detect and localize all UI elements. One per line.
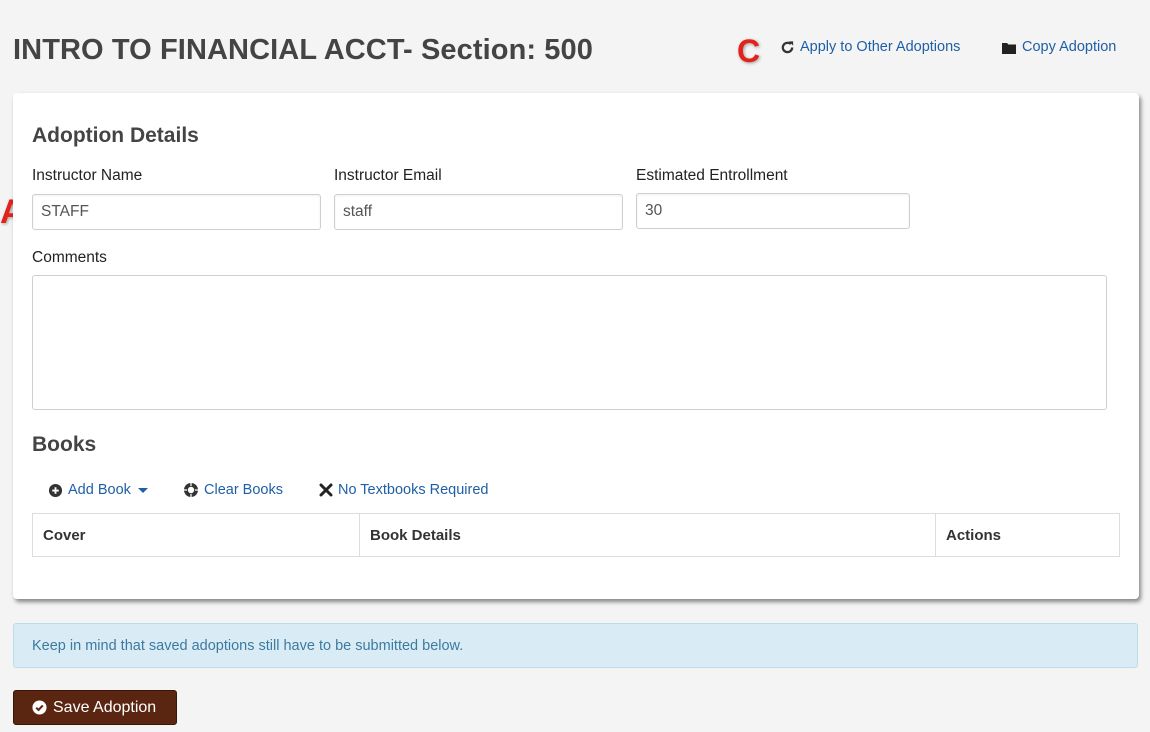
instructor-name-input[interactable] xyxy=(32,194,321,230)
no-textbooks-required-link[interactable]: No Textbooks Required xyxy=(319,482,488,498)
comments-label: Comments xyxy=(32,249,107,266)
comments-textarea[interactable] xyxy=(32,275,1107,410)
books-table: Cover Book Details Actions xyxy=(32,513,1120,557)
no-textbooks-label: No Textbooks Required xyxy=(338,482,489,498)
x-icon xyxy=(319,483,333,497)
instructor-email-label: Instructor Email xyxy=(334,167,442,184)
column-header-book-details: Book Details xyxy=(359,513,936,557)
column-header-actions: Actions xyxy=(946,526,1002,544)
estimated-enrollment-input[interactable] xyxy=(636,193,910,229)
clear-books-label: Clear Books xyxy=(204,482,283,498)
info-banner: Keep in mind that saved adoptions still … xyxy=(13,623,1138,668)
copy-link-label: Copy Adoption xyxy=(1022,39,1117,55)
page-title: INTRO TO FINANCIAL ACCT- Section: 500 xyxy=(13,34,593,66)
chevron-down-icon xyxy=(137,487,148,493)
instructor-email-input[interactable] xyxy=(334,194,623,230)
clear-books-link[interactable]: Clear Books xyxy=(183,482,283,498)
save-adoption-button[interactable]: Save Adoption xyxy=(13,690,177,725)
column-header-cover: Cover xyxy=(32,513,360,557)
plus-circle-icon xyxy=(48,483,63,498)
info-banner-text: Keep in mind that saved adoptions still … xyxy=(32,637,464,654)
adoption-card: Adoption Details Instructor Name Instruc… xyxy=(13,93,1139,599)
instructor-name-label: Instructor Name xyxy=(32,167,143,184)
add-book-label: Add Book xyxy=(68,482,131,498)
add-book-dropdown[interactable]: Add Book xyxy=(48,482,148,498)
refresh-icon xyxy=(780,40,795,55)
books-table-header-row: Cover Book Details Actions xyxy=(32,513,1120,557)
check-circle-icon xyxy=(32,700,47,715)
save-adoption-label: Save Adoption xyxy=(53,698,157,716)
clear-circle-icon xyxy=(183,482,199,498)
folder-icon xyxy=(1001,40,1017,55)
apply-to-other-adoptions-link[interactable]: Apply to Other Adoptions xyxy=(780,39,960,55)
annotation-marker-c: C xyxy=(737,33,761,69)
copy-adoption-link[interactable]: Copy Adoption xyxy=(1001,39,1116,55)
books-heading: Books xyxy=(32,433,97,456)
estimated-enrollment-label: Estimated Entrollment xyxy=(636,167,788,184)
apply-link-label: Apply to Other Adoptions xyxy=(800,39,961,55)
adoption-details-heading: Adoption Details xyxy=(32,124,199,147)
